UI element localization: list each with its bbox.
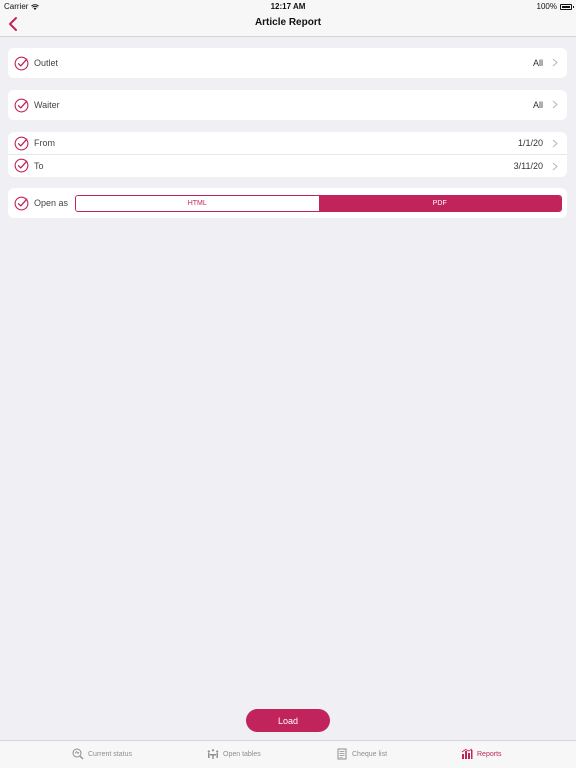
- to-value: 3/11/20: [513, 160, 543, 171]
- reports-icon: [461, 748, 473, 759]
- open-as-card: Open as HTML PDF: [8, 188, 567, 218]
- waiter-value: All: [532, 100, 543, 110]
- waiter-row[interactable]: Waiter All: [8, 90, 567, 120]
- chevron-right-icon: [552, 162, 558, 171]
- outlet-value: All: [532, 58, 543, 68]
- checkmark-circle-icon: [14, 196, 29, 210]
- status-time: 12:17 AM: [270, 2, 306, 11]
- open-as-label: Open as: [34, 198, 69, 208]
- current-status-icon: [72, 748, 84, 760]
- load-button[interactable]: Load: [246, 709, 330, 732]
- to-label: To: [34, 160, 44, 171]
- from-value: 1/1/20: [517, 138, 543, 148]
- format-segmented-control: HTML PDF: [75, 195, 562, 212]
- tab-label: Open tables: [223, 750, 261, 758]
- waiter-label: Waiter: [34, 100, 60, 110]
- chevron-right-icon: [552, 58, 558, 67]
- battery-percent: 100%: [536, 2, 557, 11]
- segment-html[interactable]: HTML: [76, 196, 319, 211]
- chevron-right-icon: [552, 100, 558, 109]
- open-tables-icon: [207, 749, 219, 759]
- checkmark-circle-icon: [14, 136, 29, 150]
- from-row[interactable]: From 1/1/20: [8, 132, 567, 154]
- tab-current-status[interactable]: Current status: [72, 748, 132, 760]
- tab-label: Reports: [477, 750, 502, 758]
- to-row[interactable]: To 3/11/20: [8, 154, 567, 176]
- battery-icon: [560, 3, 574, 10]
- outlet-card: Outlet All: [8, 48, 567, 78]
- cheque-list-icon: [337, 748, 347, 760]
- status-bar: Carrier 12:17 AM 100%: [0, 0, 576, 12]
- date-range-card: From 1/1/20 To 3/11/20: [8, 132, 567, 177]
- from-label: From: [34, 138, 55, 148]
- checkmark-circle-icon: [14, 56, 29, 70]
- segment-pdf[interactable]: PDF: [318, 196, 561, 211]
- tab-cheque-list[interactable]: Cheque list: [336, 748, 387, 760]
- tab-label: Cheque list: [352, 750, 388, 758]
- outlet-row[interactable]: Outlet All: [8, 48, 567, 78]
- chevron-right-icon: [552, 139, 558, 148]
- checkmark-circle-icon: [14, 98, 29, 112]
- waiter-card: Waiter All: [8, 90, 567, 120]
- battery-info: 100%: [536, 2, 574, 11]
- tab-label: Current status: [88, 750, 132, 758]
- tab-bar: Current status Open tables Cheque list R…: [0, 740, 576, 768]
- navigation-bar: Article Report: [0, 12, 576, 37]
- checkmark-circle-icon: [14, 158, 29, 173]
- outlet-label: Outlet: [34, 58, 59, 68]
- page-title: Article Report: [254, 17, 322, 28]
- tab-reports[interactable]: Reports: [461, 748, 502, 760]
- tab-open-tables[interactable]: Open tables: [207, 748, 261, 760]
